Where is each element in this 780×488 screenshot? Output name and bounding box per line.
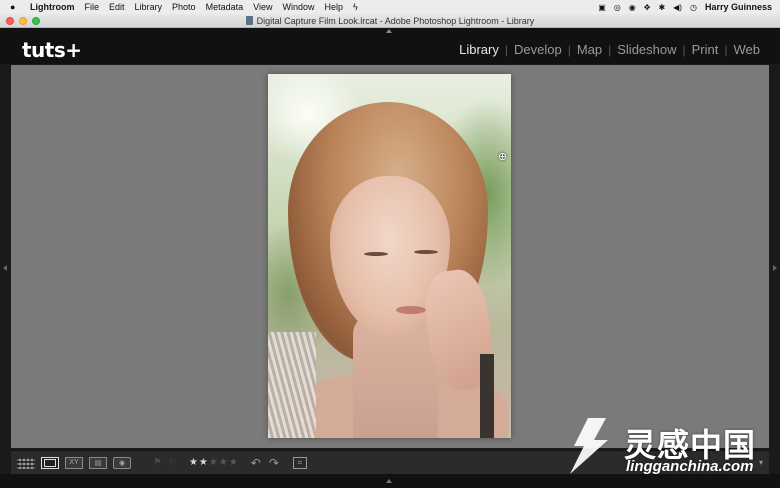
menu-library[interactable]: Library [135,2,163,12]
site-watermark: 灵感中国 lingganchina.com [556,410,778,480]
compare-view-button[interactable]: XY [65,456,83,469]
module-web[interactable]: Web [728,42,767,57]
right-panel-toggle-icon[interactable] [773,265,777,271]
module-map[interactable]: Map [571,42,608,57]
script-status-icon[interactable]: ϟ [353,2,358,12]
flag-controls: ⚑ ⚐ [153,457,177,468]
reject-flag-icon[interactable]: ⚐ [168,457,177,468]
document-icon [245,16,253,25]
bluetooth-icon[interactable]: ✱ [658,3,665,12]
module-picker: Library | Develop | Map | Slideshow | Pr… [453,42,766,57]
zoom-cursor-icon: ⊕ [498,151,508,163]
module-slideshow[interactable]: Slideshow [611,42,682,57]
rating-star-icon[interactable]: ★ [189,457,199,468]
rotate-right-icon[interactable]: ↷ [269,456,279,470]
rating-star-icon[interactable]: ★ [219,457,229,468]
photo-eye-right [414,250,438,254]
photo-eye-left [364,252,388,256]
volume-icon[interactable]: ◀) [673,3,682,12]
menu-metadata[interactable]: Metadata [206,2,244,12]
menu-window[interactable]: Window [282,2,314,12]
window-controls [6,17,40,25]
photo-strap [480,354,494,438]
menu-help[interactable]: Help [324,2,343,12]
crop-overlay-button[interactable]: ⌗ [292,456,307,469]
apple-menu-icon[interactable]: ● [10,2,22,12]
close-window-button[interactable] [6,17,14,25]
rotate-controls: ↶ ↷ [251,456,279,470]
module-print[interactable]: Print [686,42,725,57]
grid-view-button[interactable] [17,456,35,469]
onepassword-icon[interactable]: ◉ [629,3,636,12]
survey-view-button[interactable]: ▤ [89,456,107,469]
rating-star-icon[interactable]: ★ [199,457,209,468]
menu-view[interactable]: View [253,2,272,12]
people-view-button[interactable]: ◉ [113,456,131,469]
window-title: Digital Capture Film Look.lrcat - Adobe … [256,15,535,26]
top-panel-toggle-icon[interactable] [386,29,392,33]
creative-cloud-icon[interactable]: ◎ [614,3,621,12]
loupe-view-button[interactable] [41,456,59,469]
watermark-logo-icon [570,418,608,474]
macos-menubar: ● Lightroom File Edit Library Photo Meta… [0,0,780,14]
time-machine-icon[interactable]: ◷ [690,3,697,12]
module-picker-bar: tuts+ Library | Develop | Map | Slidesho… [0,28,780,64]
loupe-photo[interactable] [268,74,511,438]
minimize-window-button[interactable] [19,17,27,25]
rotate-left-icon[interactable]: ↶ [251,456,261,470]
menu-file[interactable]: File [85,2,100,12]
menu-app[interactable]: Lightroom [30,2,75,12]
menu-photo[interactable]: Photo [172,2,196,12]
module-develop[interactable]: Develop [508,42,568,57]
screen-record-icon[interactable]: ▣ [598,3,606,12]
star-rating[interactable]: ★★★★★ [189,457,239,468]
menu-edit[interactable]: Edit [109,2,125,12]
left-panel-toggle-icon[interactable] [3,265,7,271]
watermark-url: lingganchina.com [626,458,754,475]
user-name[interactable]: Harry Guinness [705,2,772,12]
photo-lace [268,332,316,438]
rating-star-icon[interactable]: ★ [229,457,239,468]
filmstrip-toggle-icon[interactable] [386,479,392,483]
module-library[interactable]: Library [453,42,505,57]
zoom-window-button[interactable] [32,17,40,25]
identity-plate: tuts+ [22,38,82,62]
pick-flag-icon[interactable]: ⚑ [153,457,162,468]
dropbox-icon[interactable]: ✥ [644,3,651,12]
status-area: ▣ ◎ ◉ ✥ ✱ ◀) ◷ Harry Guinness [598,2,780,12]
photo-lips [396,306,426,314]
window-titlebar: Digital Capture Film Look.lrcat - Adobe … [0,14,780,28]
rating-star-icon[interactable]: ★ [209,457,219,468]
